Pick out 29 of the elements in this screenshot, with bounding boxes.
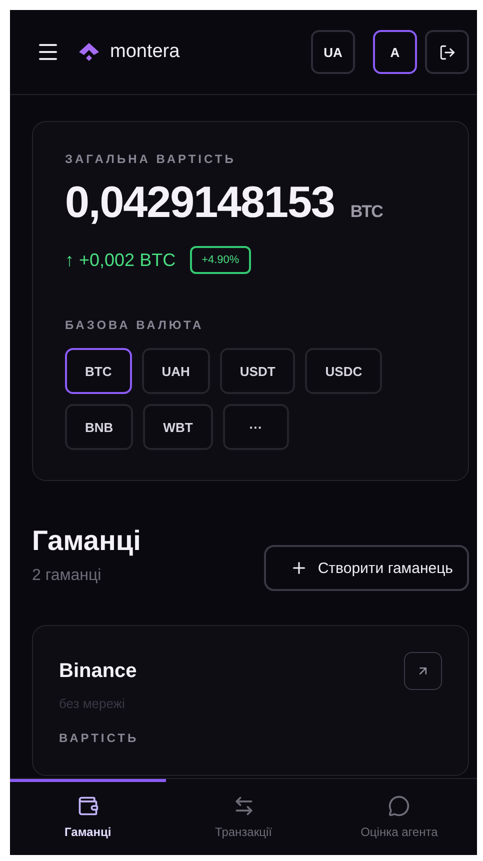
currency-chip[interactable]: BTC [65, 348, 132, 394]
change-amount: ↑ +0,002 BTC [65, 250, 176, 270]
nav-tab[interactable]: Транзакції [166, 779, 322, 855]
total-value-label: ЗАГАЛЬНА ВАРТІСТЬ [65, 152, 237, 166]
unit-label: BTC [350, 202, 382, 222]
total-value: 0,0429148153 [65, 178, 334, 228]
create-wallet-button[interactable]: Створити гаманець [264, 545, 469, 591]
language-button[interactable]: UA [311, 30, 355, 74]
nav-tab[interactable]: Гаманці [10, 779, 166, 855]
nav-tab[interactable]: Оцінка агента [321, 779, 477, 855]
wallet-count: 2 гаманці [32, 567, 102, 585]
wallet-icon [76, 795, 99, 817]
currency-chip[interactable]: USDC [305, 348, 382, 394]
wallet-name: Binance [59, 660, 137, 682]
currency-chip[interactable]: BNB [65, 404, 134, 450]
account-button[interactable]: A [373, 30, 417, 74]
value-label: ВАРТІСТЬ [59, 731, 140, 745]
chat-bubble-icon [388, 795, 410, 817]
currency-chip[interactable]: WBT [143, 404, 213, 450]
logout-button[interactable] [425, 30, 469, 74]
currency-chip[interactable]: USDT [220, 348, 296, 394]
brand-name: montera [110, 41, 180, 63]
logout-icon [438, 44, 456, 60]
section-title: Гаманці [32, 525, 141, 557]
currency-chip[interactable]: ··· [222, 404, 289, 450]
currency-chip[interactable]: UAH [142, 348, 210, 394]
change-percent: +4.90% [190, 246, 252, 274]
base-currency-label: БАЗОВА ВАЛЮТА [65, 318, 205, 332]
logo-icon [78, 42, 100, 62]
